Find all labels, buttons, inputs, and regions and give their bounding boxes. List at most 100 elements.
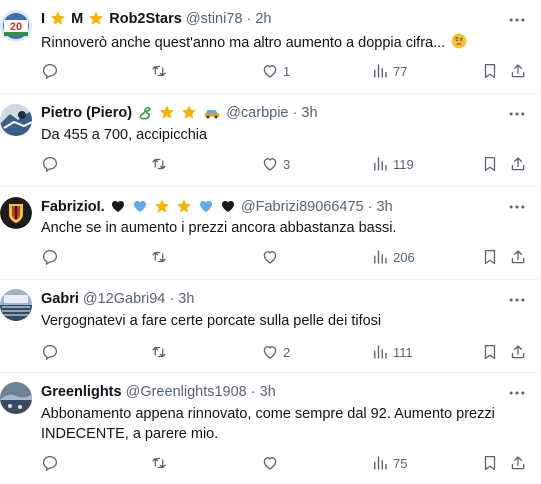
tweet-text: Rinnoverò anche quest'anno ma altro aume… [41,32,521,56]
tweet-text-body: Anche se in aumento i prezzi ancora abba… [41,220,397,236]
like-count: 2 [283,344,291,360]
display-name[interactable]: I [41,11,45,27]
svg-text:20: 20 [10,21,22,33]
star-emoji [88,10,104,32]
tweet[interactable]: 20 I M Rob2Stars @stini78 · 2h Rinnoverò… [0,0,541,94]
action-bar: 1 77 [0,60,541,82]
share-button[interactable] [509,153,527,175]
action-bar: 75 [0,452,541,474]
reply-icon [42,63,58,80]
share-button[interactable] [509,60,527,82]
heart-icon [263,251,277,264]
view-count: 75 [393,455,408,471]
user-handle[interactable]: @12Gabri94 [83,291,165,307]
reply-button[interactable] [41,153,63,175]
bookmark-button[interactable] [481,60,499,82]
reply-button[interactable] [41,60,63,82]
reply-icon [42,344,58,361]
separator-dot: · [367,199,373,215]
bookmark-button[interactable] [481,452,499,474]
heart-icon [263,158,277,171]
views-icon [374,250,387,264]
repost-icon [152,457,166,469]
views-button[interactable]: 119 [371,153,414,175]
like-button[interactable] [261,246,283,268]
user-handle[interactable]: @Fabrizi89066475 [241,199,364,215]
more-icon[interactable] [507,104,527,124]
avatar[interactable] [0,382,32,414]
display-name[interactable]: Greenlights [41,384,122,400]
share-icon [511,250,525,264]
black-heart-emoji [220,198,236,220]
views-button[interactable]: 75 [371,452,407,474]
timestamp[interactable]: 3h [260,384,276,400]
repost-button[interactable] [150,153,172,175]
like-button[interactable]: 2 [261,341,290,363]
repost-button[interactable] [150,246,172,268]
heart-icon [263,346,277,359]
blue-heart-emoji [132,198,148,220]
view-count: 77 [393,63,408,79]
action-bar: 2 111 [0,341,541,363]
timestamp[interactable]: 3h [377,199,393,215]
heart-icon [263,457,277,470]
like-button[interactable] [261,452,283,474]
share-button[interactable] [509,246,527,268]
reply-icon [42,249,58,266]
author-line: FabrizioI. @Fabrizi89066475 · 3h [41,197,393,217]
bookmark-icon [484,156,496,172]
avatar[interactable]: 20 [0,10,32,42]
views-button[interactable]: 111 [371,341,413,363]
bookmark-button[interactable] [481,153,499,175]
repost-button[interactable] [150,452,172,474]
reply-button[interactable] [41,452,63,474]
car-emoji [203,104,221,126]
bookmark-icon [484,63,496,79]
share-button[interactable] [509,452,527,474]
avatar[interactable] [0,197,32,229]
repost-icon [152,65,166,77]
star-emoji [181,104,197,126]
reply-button[interactable] [41,341,63,363]
display-name[interactable]: Pietro (Piero) [41,105,132,121]
action-bar: 206 [0,246,541,268]
bookmark-button[interactable] [481,246,499,268]
user-handle[interactable]: @stini78 [186,11,243,27]
like-button[interactable]: 3 [261,153,290,175]
like-button[interactable]: 1 [261,60,290,82]
views-button[interactable]: 206 [371,246,415,268]
tweet[interactable]: Gabri @12Gabri94 · 3h Vergognatevi a far… [0,280,541,372]
timestamp[interactable]: 3h [178,291,194,307]
separator-dot: · [250,384,256,400]
timestamp[interactable]: 3h [301,105,317,121]
repost-button[interactable] [150,341,172,363]
avatar[interactable] [0,104,32,136]
more-icon[interactable] [507,197,527,217]
tweet[interactable]: FabrizioI. @Fabrizi89066475 · 3h Anche s… [0,187,541,279]
tweet[interactable]: Greenlights @Greenlights1908 · 3h Abbona… [0,373,541,484]
repost-button[interactable] [150,60,172,82]
author-line: Pietro (Piero) @carbpie · 3h [41,103,318,123]
tweet[interactable]: Pietro (Piero) @carbpie · 3h Da 455 a 70… [0,94,541,186]
view-count: 206 [393,249,415,265]
view-count: 111 [393,344,413,360]
bookmark-button[interactable] [481,341,499,363]
display-name-part[interactable]: Rob2Stars [109,11,182,27]
display-name[interactable]: FabrizioI. [41,199,105,215]
star-emoji [176,198,192,220]
views-button[interactable]: 77 [371,60,407,82]
more-icon[interactable] [507,383,527,403]
tweet-text-body: Rinnoverò anche quest'anno ma altro aume… [41,35,446,51]
display-name-part[interactable]: M [71,11,83,27]
avatar[interactable] [0,289,32,321]
reply-button[interactable] [41,246,63,268]
more-icon[interactable] [507,10,527,30]
user-handle[interactable]: @Greenlights1908 [126,384,247,400]
repost-icon [152,346,166,358]
timestamp[interactable]: 2h [255,11,271,27]
share-button[interactable] [509,341,527,363]
reply-icon [42,455,58,472]
display-name[interactable]: Gabri [41,291,79,307]
more-icon[interactable] [507,290,527,310]
user-handle[interactable]: @carbpie [226,105,288,121]
